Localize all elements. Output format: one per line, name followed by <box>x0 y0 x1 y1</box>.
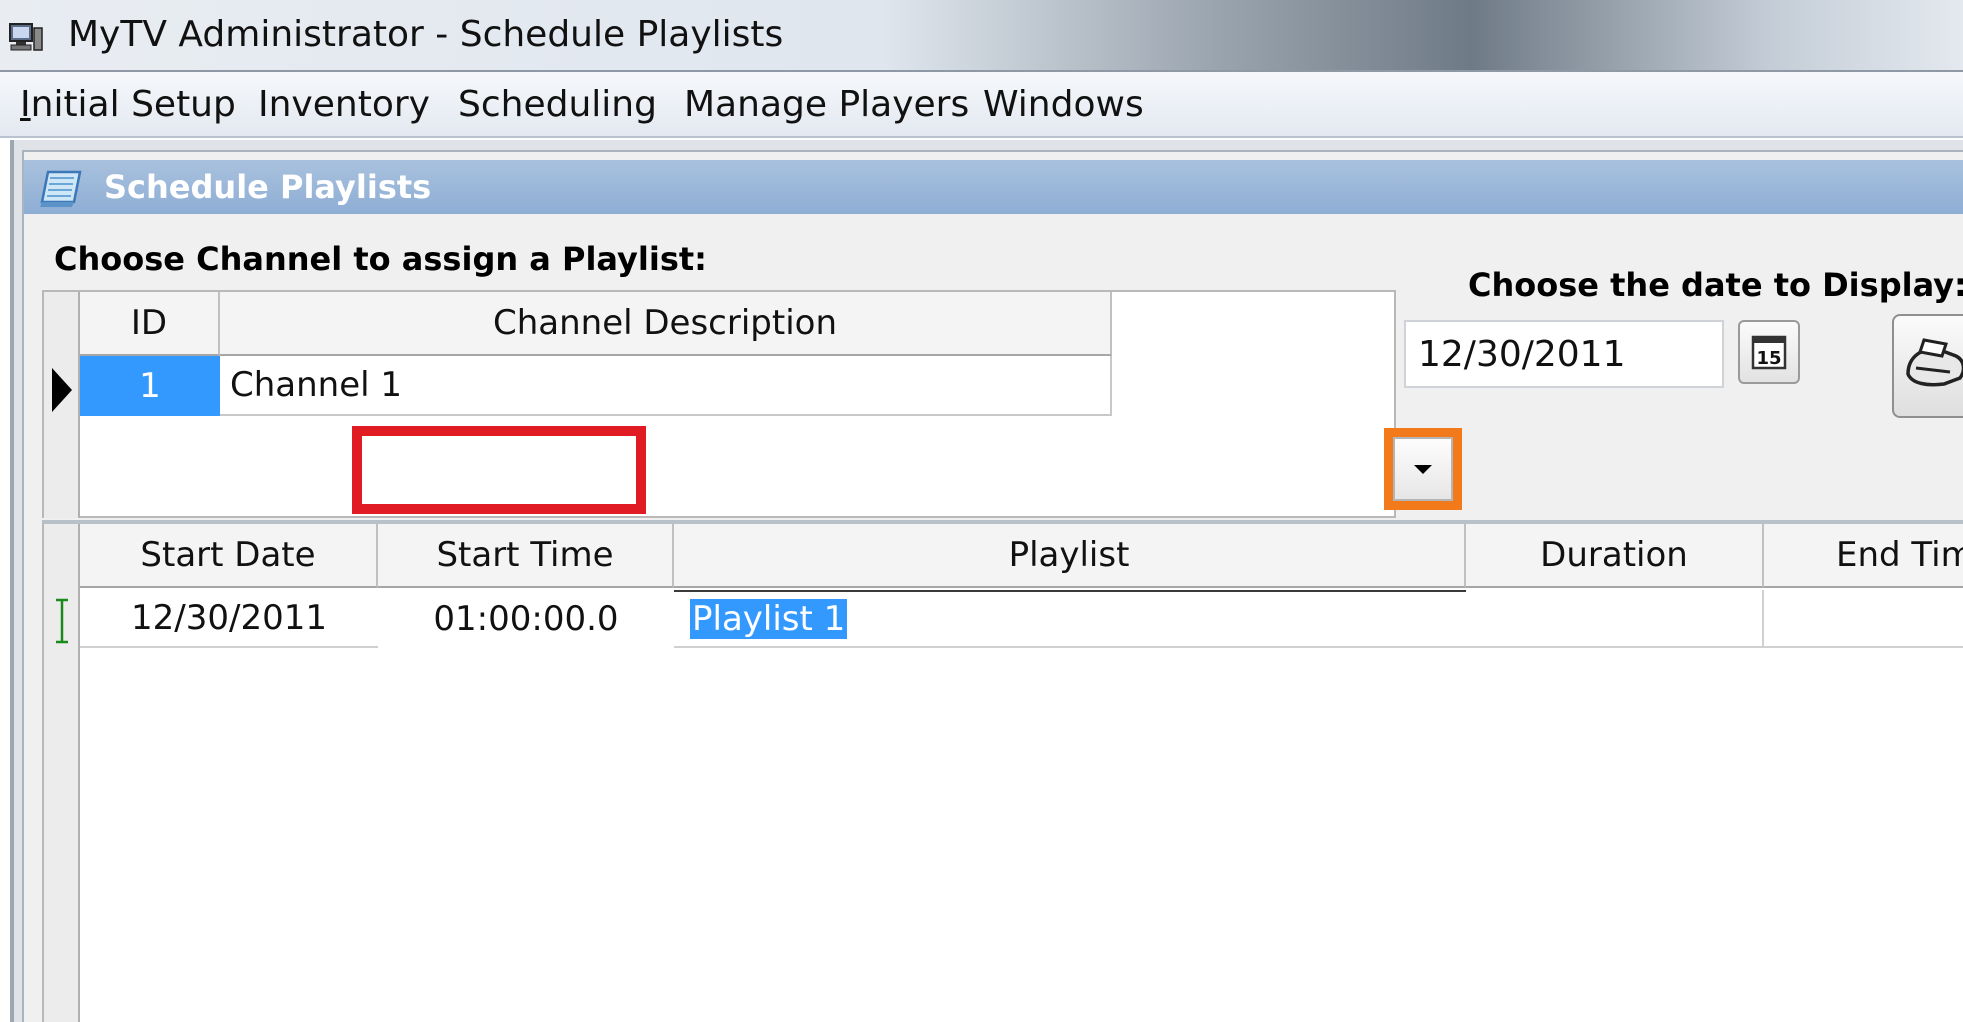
channel-section-label: Choose Channel to assign a Playlist: <box>54 240 707 278</box>
channel-cell-id[interactable]: 1 <box>80 356 220 416</box>
menu-initial-setup-label: nitial Setup <box>30 84 236 125</box>
menu-manage-players-label: Manage Players <box>684 84 970 125</box>
calendar-button[interactable]: 15 <box>1738 320 1800 384</box>
window-title: MyTV Administrator - Schedule Playlists <box>68 14 784 55</box>
schedule-col-start-time[interactable]: Start Time <box>378 524 674 588</box>
refresh-button[interactable] <box>1892 314 1963 418</box>
schedule-cell-duration[interactable] <box>1466 590 1764 648</box>
calendar-icon-label: 15 <box>1756 348 1781 369</box>
window-titlebar: MyTV Administrator - Schedule Playlists <box>0 0 1963 72</box>
schedule-col-start-date[interactable]: Start Date <box>80 524 378 588</box>
date-section-label: Choose the date to Display: <box>1468 266 1963 304</box>
channel-col-description[interactable]: Channel Description <box>220 292 1112 356</box>
start-time-highlight-box <box>352 426 646 514</box>
schedule-cell-start-time[interactable]: 01:00:00.0 <box>378 590 674 648</box>
playlist-selected-value: Playlist 1 <box>690 599 848 639</box>
child-window-title: Schedule Playlists <box>104 168 432 206</box>
edit-row-cursor-icon <box>56 598 68 644</box>
channel-col-id[interactable]: ID <box>80 292 220 356</box>
menu-inventory[interactable]: Inventory <box>258 84 430 125</box>
date-input[interactable]: 12/30/2011 <box>1404 320 1724 388</box>
menu-bar: Initial Setup Inventory Scheduling Manag… <box>0 72 1963 138</box>
child-window-titlebar[interactable]: Schedule Playlists <box>24 160 1963 214</box>
menu-scheduling[interactable]: Scheduling <box>458 84 657 125</box>
menu-windows[interactable]: Windows <box>983 84 1144 125</box>
schedule-icon <box>40 170 82 207</box>
channel-cell-description[interactable]: Channel 1 <box>220 356 1112 416</box>
menu-scheduling-label: Scheduling <box>458 84 657 125</box>
current-row-arrow-icon <box>52 368 72 412</box>
calendar-icon: 15 <box>1751 335 1787 370</box>
menu-initial-setup[interactable]: Initial Setup <box>20 84 236 125</box>
date-input-value: 12/30/2011 <box>1418 333 1626 375</box>
schedule-cell-end-time[interactable] <box>1764 590 1963 648</box>
schedule-cell-start-date[interactable]: 12/30/2011 <box>80 590 378 648</box>
schedule-playlists-window: Schedule Playlists Choose Channel to ass… <box>22 150 1963 1022</box>
schedule-col-duration[interactable]: Duration <box>1466 524 1764 588</box>
schedule-col-playlist[interactable]: Playlist <box>674 524 1466 588</box>
menu-inventory-label: Inventory <box>258 84 430 125</box>
schedule-col-end-time[interactable]: End Tim <box>1764 524 1963 588</box>
schedule-grid[interactable]: Start Date Start Time Playlist Duration … <box>42 520 1963 1022</box>
menu-manage-players[interactable]: Manage Players <box>684 84 969 125</box>
dropdown-highlight-box <box>1384 428 1462 510</box>
channel-grid[interactable]: ID Channel Description 1 Channel 1 <box>42 290 1396 518</box>
printer-icon <box>1906 338 1963 387</box>
menu-windows-label: Windows <box>983 84 1144 125</box>
schedule-cell-playlist[interactable]: Playlist 1 <box>674 590 1466 648</box>
menu-initial-setup-accel: I <box>20 84 31 125</box>
computer-icon <box>9 23 43 51</box>
